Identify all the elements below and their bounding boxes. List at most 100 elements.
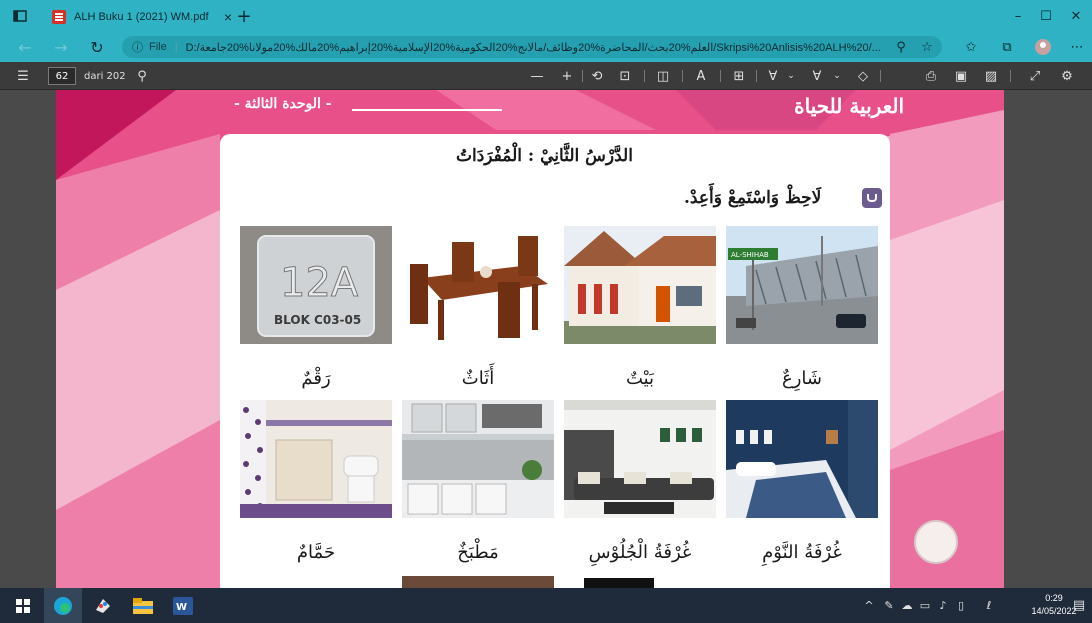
more-menu-icon[interactable]: ⋯ — [1064, 32, 1090, 62]
search-icon[interactable]: ⚲ — [132, 62, 152, 90]
favorite-star-icon[interactable]: ☆ — [914, 32, 940, 62]
pdf-file-icon — [52, 10, 66, 24]
kitchen-image — [402, 400, 554, 518]
collections-icon[interactable]: ⧉ — [994, 32, 1020, 62]
address-scheme: File — [149, 41, 167, 53]
divider — [756, 70, 757, 82]
paint-app-icon[interactable] — [84, 588, 122, 623]
volume-icon[interactable]: ♪ — [936, 588, 950, 623]
fullscreen-icon[interactable]: ⤢ — [1024, 62, 1046, 90]
plate-number-text: 12A — [280, 260, 359, 306]
dining-furniture-image — [402, 226, 554, 344]
logo-seal-icon — [914, 520, 958, 564]
address-bar-row: ← → ↻ ⓘ File | D:/العلم%20بحث/المحاضرة%2… — [0, 32, 1092, 62]
divider — [682, 70, 683, 82]
taskbar-clock[interactable]: 0:29 14/05/2022 — [1030, 592, 1078, 618]
address-url: D:/العلم%20بحث/المحاضرة%20وظائف/مالانج%2… — [185, 41, 881, 54]
tab-title: ALH Buku 1 (2021) WM.pdf — [74, 11, 209, 23]
pen-icon[interactable]: ✎ — [882, 588, 896, 623]
header-rule — [352, 109, 502, 111]
tab-close-button[interactable]: × — [224, 9, 232, 25]
highlight-icon[interactable]: ∀ — [806, 62, 828, 90]
close-window-button[interactable]: ✕ — [1058, 0, 1092, 32]
street-sign-text: AL-SHIHAB — [731, 251, 769, 259]
vocab-word-house: بَيْتٌ — [625, 368, 655, 389]
network-icon[interactable]: ▭ — [918, 588, 932, 623]
page-total: dari 202 — [84, 70, 126, 82]
divider — [1010, 70, 1011, 82]
file-explorer-icon[interactable] — [124, 588, 162, 623]
pdf-page: العربية للحياة - الوحدة الثالثة - الدَّر… — [56, 90, 1004, 588]
living-room-image — [564, 400, 716, 518]
fit-page-icon[interactable]: ⊡ — [614, 62, 636, 90]
svg-text:W: W — [176, 602, 187, 613]
page-number-input[interactable]: 62 — [48, 67, 76, 85]
save-icon[interactable]: ▣ — [950, 62, 972, 90]
settings-gear-icon[interactable]: ⚙ — [1056, 62, 1078, 90]
back-arrow-icon[interactable]: ← — [10, 32, 40, 62]
page-view-icon[interactable]: ◫ — [652, 62, 674, 90]
rotate-icon[interactable]: ⟲ — [586, 62, 608, 90]
address-input[interactable]: ⓘ File | D:/العلم%20بحث/المحاضرة%20وظائف… — [122, 36, 942, 58]
partial-image — [402, 576, 554, 588]
tab-pdf-document[interactable]: ALH Buku 1 (2021) WM.pdf × — [44, 2, 252, 32]
vocab-word-bedroom: غُرْفَةُ النَّوْمِ — [762, 542, 842, 563]
forward-arrow-icon[interactable]: → — [46, 32, 76, 62]
street-bridge-image: AL-SHIHAB — [726, 226, 878, 344]
windows-taskbar: W ^ ✎ ☁ ▭ ♪ ▯ ℓ 0:29 14/05/2022 ▤ — [0, 588, 1092, 623]
plate-block-text: BLOK C03-05 — [274, 313, 361, 327]
battery-icon[interactable]: ▯ — [954, 588, 968, 623]
book-header-title: العربية للحياة — [794, 94, 904, 118]
instruction-text: لَاحِظْ وَاسْتَمِعْ وَأَعِدْ. — [684, 188, 822, 208]
chevron-down-icon[interactable]: ⌄ — [784, 62, 798, 90]
clock-time: 0:29 — [1045, 593, 1063, 603]
tab-actions-icon[interactable] — [8, 0, 32, 32]
info-icon[interactable]: ⓘ — [132, 39, 143, 55]
vocab-word-furniture: أَثَاثٌ — [461, 368, 495, 389]
word-app-icon[interactable]: W — [164, 588, 202, 623]
new-tab-button[interactable]: + — [232, 0, 256, 32]
pdf-viewer[interactable]: العربية للحياة - الوحدة الثالثة - الدَّر… — [0, 90, 1092, 588]
vocab-word-kitchen: مَطْبَخٌ — [457, 542, 499, 563]
listen-icon — [862, 188, 882, 208]
number-plate-image: 12A BLOK C03-05 — [240, 226, 392, 344]
eraser-icon[interactable]: ◇ — [852, 62, 874, 90]
vocab-word-street: شَارِعٌ — [782, 368, 822, 389]
lesson-title: الدَّرْسُ الثَّانِيْ : الْمُفْرَدَاتُ — [456, 146, 633, 166]
cloud-icon[interactable]: ☁ — [900, 588, 914, 623]
profile-avatar-icon[interactable] — [1030, 32, 1056, 62]
draw-icon[interactable]: ∀ — [762, 62, 784, 90]
house-image — [564, 226, 716, 344]
vocab-word-bathroom: حَمَّامٌ — [296, 542, 336, 563]
print-icon[interactable]: ⎙ — [920, 62, 942, 90]
chevron-down-icon[interactable]: ⌄ — [830, 62, 844, 90]
divider — [720, 70, 721, 82]
zoom-in-icon[interactable]: + — [556, 62, 578, 90]
zoom-out-icon[interactable]: — — [526, 62, 548, 90]
partial-image — [564, 576, 716, 588]
pdf-toolbar: ☰ 62 dari 202 ⚲ — + ⟲ ⊡ ◫ A ⊞ ∀ ⌄ ∀ ⌄ ◇ … — [0, 62, 1092, 90]
vocab-word-living-room: غُرْفَةُ الْجُلُوْسِ — [588, 542, 692, 563]
contents-icon[interactable]: ☰ — [12, 62, 34, 90]
edge-browser-icon[interactable] — [44, 588, 82, 623]
bedroom-image — [726, 400, 878, 518]
bathroom-image — [240, 400, 392, 518]
refresh-icon[interactable]: ↻ — [82, 32, 112, 62]
divider — [880, 70, 881, 82]
favorites-icon[interactable]: ✩ — [958, 32, 984, 62]
save-as-icon[interactable]: ▨ — [980, 62, 1002, 90]
vocab-word-number: رَقْمٌ — [301, 368, 331, 389]
notifications-icon[interactable]: ▤ — [1072, 588, 1086, 623]
chevron-up-icon[interactable]: ^ — [862, 588, 876, 623]
language-icon[interactable]: ℓ — [982, 588, 996, 623]
add-text-icon[interactable]: ⊞ — [728, 62, 750, 90]
clock-date: 14/05/2022 — [1031, 606, 1077, 616]
read-aloud-icon[interactable]: A — [690, 62, 712, 90]
unit-label: - الوحدة الثالثة - — [234, 96, 332, 112]
windows-start-icon[interactable] — [4, 588, 42, 623]
divider — [582, 70, 583, 82]
divider — [644, 70, 645, 82]
browser-tab-bar: ALH Buku 1 (2021) WM.pdf × + – ☐ ✕ — [0, 0, 1092, 32]
zoom-icon[interactable]: ⚲ — [888, 32, 914, 62]
address-divider: | — [174, 41, 178, 53]
